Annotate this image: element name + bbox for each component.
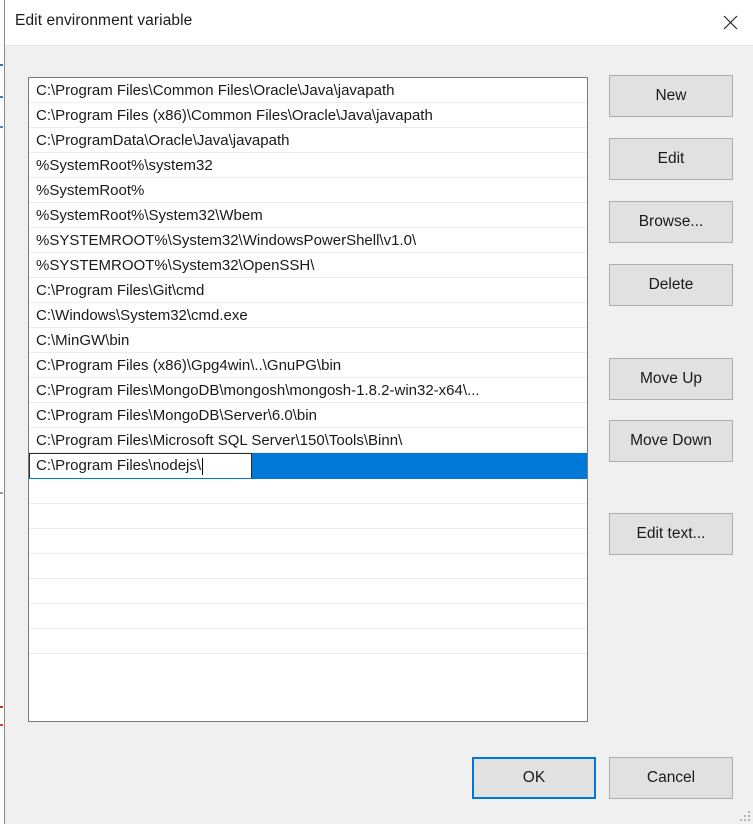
list-item-empty[interactable] — [29, 479, 587, 504]
cancel-button[interactable]: Cancel — [609, 757, 733, 799]
browse-button[interactable]: Browse... — [609, 201, 733, 243]
list-item-empty[interactable] — [29, 629, 587, 654]
list-item-empty[interactable] — [29, 529, 587, 554]
list-item[interactable]: C:\Program Files\Microsoft SQL Server\15… — [29, 428, 587, 453]
path-list[interactable]: C:\Program Files\Common Files\Oracle\Jav… — [28, 77, 588, 722]
list-item[interactable]: C:\Program Files\MongoDB\mongosh\mongosh… — [29, 378, 587, 403]
new-button[interactable]: New — [609, 75, 733, 117]
list-item[interactable]: %SystemRoot%\system32 — [29, 153, 587, 178]
list-item[interactable]: C:\Program Files\MongoDB\Server\6.0\bin — [29, 403, 587, 428]
list-item[interactable]: %SYSTEMROOT%\System32\WindowsPowerShell\… — [29, 228, 587, 253]
selected-list-item[interactable]: C:\Program Files\nodejs\ — [29, 453, 587, 479]
title-bar: Edit environment variable — [5, 0, 753, 46]
edit-environment-variable-dialog: Edit environment variable C:\Program Fil… — [4, 0, 753, 824]
edit-text-button[interactable]: Edit text... — [609, 513, 733, 555]
close-button[interactable] — [707, 0, 753, 45]
list-item[interactable]: C:\ProgramData\Oracle\Java\javapath — [29, 128, 587, 153]
edit-button[interactable]: Edit — [609, 138, 733, 180]
list-item[interactable]: C:\Program Files (x86)\Gpg4win\..\GnuPG\… — [29, 353, 587, 378]
move-down-button[interactable]: Move Down — [609, 420, 733, 462]
list-item[interactable]: %SystemRoot% — [29, 178, 587, 203]
list-item[interactable]: C:\MinGW\bin — [29, 328, 587, 353]
list-item[interactable]: C:\Program Files\Common Files\Oracle\Jav… — [29, 78, 587, 103]
list-item-empty[interactable] — [29, 554, 587, 579]
list-item-empty[interactable] — [29, 604, 587, 629]
delete-button[interactable]: Delete — [609, 264, 733, 306]
text-caret — [202, 457, 204, 475]
resize-grip-icon[interactable] — [738, 809, 750, 821]
path-edit-value: C:\Program Files\nodejs\ — [36, 457, 202, 474]
list-item[interactable]: %SYSTEMROOT%\System32\OpenSSH\ — [29, 253, 587, 278]
list-item-empty[interactable] — [29, 579, 587, 604]
close-icon — [723, 15, 738, 30]
move-up-button[interactable]: Move Up — [609, 358, 733, 400]
path-edit-input[interactable]: C:\Program Files\nodejs\ — [29, 453, 252, 478]
ok-button[interactable]: OK — [472, 757, 596, 799]
list-item[interactable]: C:\Program Files\Git\cmd — [29, 278, 587, 303]
list-item-empty[interactable] — [29, 504, 587, 529]
window-title: Edit environment variable — [15, 12, 193, 29]
list-item[interactable]: %SystemRoot%\System32\Wbem — [29, 203, 587, 228]
list-item[interactable]: C:\Windows\System32\cmd.exe — [29, 303, 587, 328]
list-item[interactable]: C:\Program Files (x86)\Common Files\Orac… — [29, 103, 587, 128]
